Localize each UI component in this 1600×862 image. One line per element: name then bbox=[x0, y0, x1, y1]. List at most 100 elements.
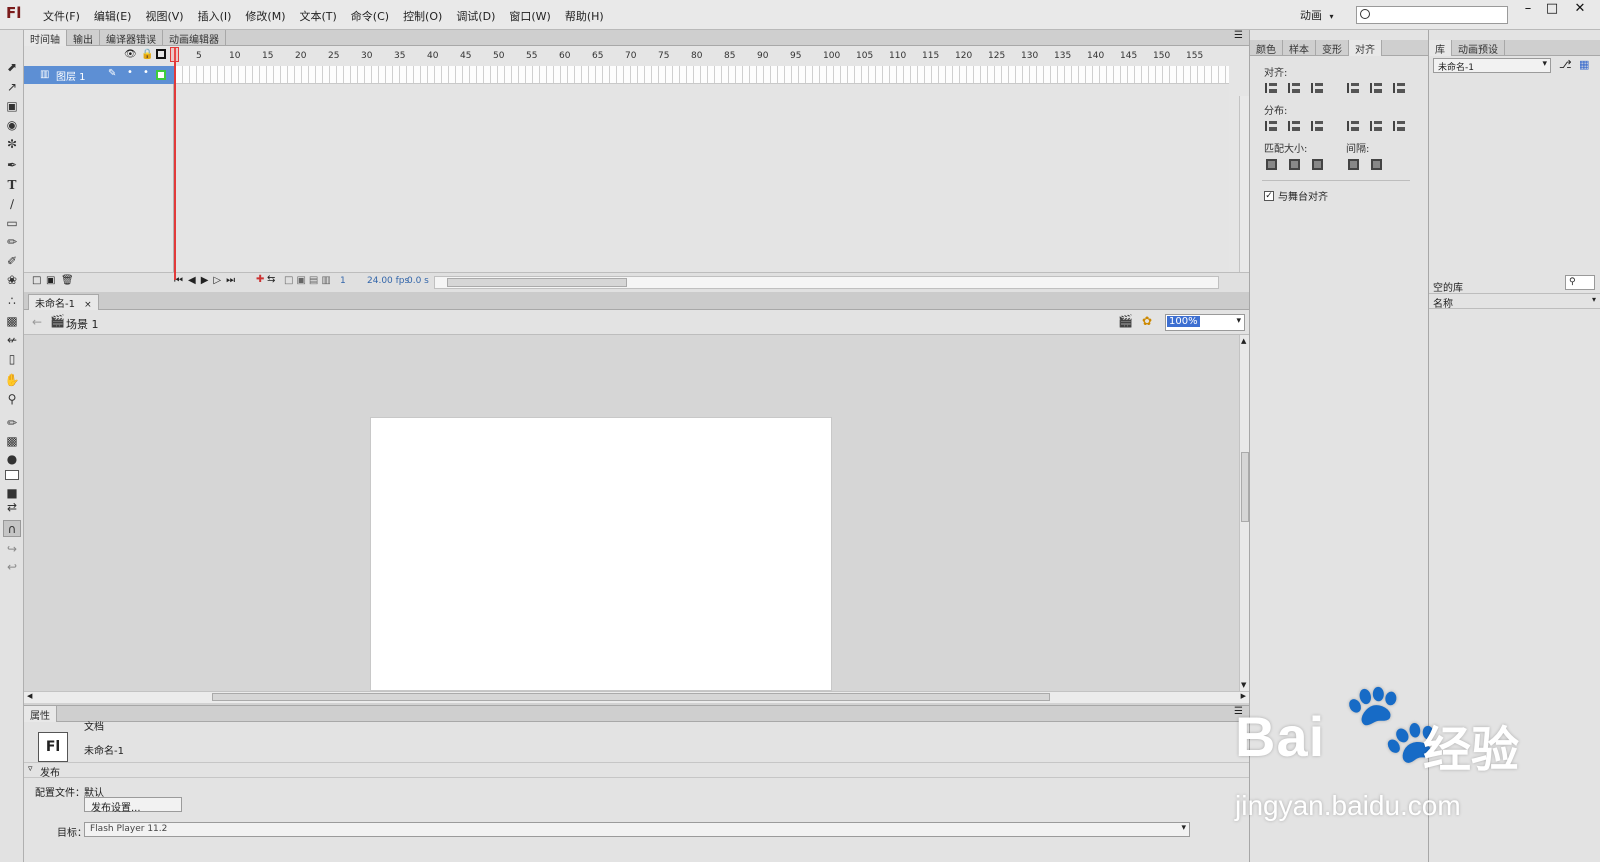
close-tab-icon[interactable]: × bbox=[84, 300, 92, 310]
fill-bucket-swatch-icon[interactable]: ● bbox=[3, 450, 21, 467]
align-bottom-icon[interactable] bbox=[1390, 80, 1408, 96]
menu-modify[interactable]: 修改(M) bbox=[238, 8, 292, 24]
align-right-icon[interactable] bbox=[1308, 80, 1326, 96]
checkbox-checked-icon[interactable]: ✓ bbox=[1264, 190, 1274, 201]
fill-swatch-icon[interactable] bbox=[3, 466, 21, 483]
playhead-handle[interactable] bbox=[170, 47, 179, 62]
menu-text[interactable]: 文本(T) bbox=[292, 8, 343, 24]
new-library-icon[interactable]: ▦ bbox=[1579, 58, 1589, 71]
publish-section-header[interactable]: ▿ 发布 bbox=[24, 762, 1249, 779]
maximize-button[interactable]: □ bbox=[1541, 1, 1563, 19]
align-to-stage-checkbox[interactable]: ✓ 与舞台对齐 bbox=[1264, 188, 1328, 203]
eyedropper-tool-icon[interactable]: ↚ bbox=[3, 331, 21, 348]
match-height-icon[interactable] bbox=[1285, 156, 1303, 172]
eraser-tool-icon[interactable]: ▯ bbox=[3, 350, 21, 367]
hand-tool-icon[interactable]: ✋ bbox=[3, 371, 21, 388]
swap-colors-icon[interactable]: ⇄ bbox=[3, 498, 21, 515]
workspace-switcher[interactable]: 动画 ▾ bbox=[1300, 7, 1334, 23]
scene-name[interactable]: 场景 1 bbox=[66, 316, 99, 332]
distribute-vcenter-icon[interactable] bbox=[1285, 118, 1303, 134]
menu-control[interactable]: 控制(O) bbox=[396, 8, 449, 24]
straighten-icon[interactable]: ↩ bbox=[3, 558, 21, 575]
stage-pasteboard[interactable] bbox=[24, 335, 1239, 691]
tab-motion-presets[interactable]: 动画预设 bbox=[1452, 40, 1505, 56]
tab-swatches[interactable]: 样本 bbox=[1283, 40, 1316, 56]
lasso-tool-icon[interactable]: ✼ bbox=[3, 135, 21, 152]
distribute-bottom-icon[interactable] bbox=[1308, 118, 1326, 134]
free-transform-icon[interactable]: ▣ bbox=[3, 97, 21, 114]
tab-motion-editor[interactable]: 动画编辑器 bbox=[163, 30, 226, 46]
target-select[interactable]: Flash Player 11.2 ▾ bbox=[84, 822, 1190, 837]
scroll-thumb[interactable] bbox=[1241, 452, 1249, 522]
back-arrow-icon[interactable]: ← bbox=[32, 315, 42, 329]
menu-view[interactable]: 视图(V) bbox=[138, 8, 190, 24]
snap-magnet-icon[interactable]: ∩ bbox=[3, 520, 21, 537]
delete-layer-icon[interactable]: 🗑 bbox=[61, 275, 74, 286]
minimize-button[interactable]: – bbox=[1517, 1, 1539, 19]
deco-tool-icon[interactable]: ❀ bbox=[3, 271, 21, 288]
frames-area[interactable] bbox=[174, 66, 1229, 274]
text-tool-icon[interactable]: T bbox=[3, 176, 21, 193]
stage-vertical-scrollbar[interactable]: ▲ ▼ bbox=[1239, 335, 1249, 691]
pencil-tool-icon[interactable]: ✏ bbox=[3, 233, 21, 250]
align-top-icon[interactable] bbox=[1344, 80, 1362, 96]
sort-icon[interactable]: ▾ bbox=[1592, 295, 1596, 304]
outline-icon[interactable] bbox=[156, 49, 166, 59]
stage-horizontal-scrollbar[interactable]: ◀ ▶ bbox=[24, 691, 1249, 703]
playback-controls[interactable]: ⏮◀▶▷⏭ bbox=[174, 275, 240, 286]
tab-properties[interactable]: 属性 bbox=[24, 706, 57, 722]
tab-output[interactable]: 输出 bbox=[67, 30, 100, 46]
frame-row[interactable] bbox=[176, 66, 1229, 84]
menu-help[interactable]: 帮助(H) bbox=[558, 8, 611, 24]
pen-tool-icon[interactable]: ✒ bbox=[3, 156, 21, 173]
document-tab[interactable]: 未命名-1 × bbox=[28, 294, 99, 310]
tab-align[interactable]: 对齐 bbox=[1349, 40, 1382, 56]
brush-tool-icon[interactable]: ✐ bbox=[3, 252, 21, 269]
new-layer-icon[interactable]: □ bbox=[32, 275, 41, 286]
smooth-icon[interactable]: ↪ bbox=[3, 540, 21, 557]
line-tool-icon[interactable]: ∕ bbox=[3, 195, 21, 212]
close-window-button[interactable]: ✕ bbox=[1569, 1, 1591, 19]
frame-ruler[interactable]: 5 10 15 20 25 30 35 40 45 50 55 60 65 70 75 80 85 90 95 100… bbox=[174, 46, 1229, 66]
scroll-down-icon[interactable]: ▼ bbox=[1241, 681, 1246, 689]
layer-outline-swatch[interactable] bbox=[156, 70, 166, 80]
tab-compiler-errors[interactable]: 编译器错误 bbox=[100, 30, 163, 46]
bone-tool-icon[interactable]: ∴ bbox=[3, 292, 21, 309]
onion-skin-icons[interactable]: □▣▤▥ bbox=[284, 275, 334, 286]
library-document-select[interactable]: 未命名-1 ▾ bbox=[1433, 58, 1551, 73]
new-folder-icon[interactable]: ▣ bbox=[46, 275, 55, 286]
loop-icon[interactable]: ✚ bbox=[256, 274, 264, 285]
distribute-right-icon[interactable] bbox=[1390, 118, 1408, 134]
publish-settings-button[interactable]: 发布设置... bbox=[84, 797, 182, 814]
panel-menu-icon[interactable]: ☰ bbox=[1228, 30, 1249, 45]
timeline-horizontal-scrollbar[interactable] bbox=[434, 276, 1219, 289]
stroke-color-icon[interactable]: ✏ bbox=[3, 414, 21, 431]
layer-lock-dot[interactable]: • bbox=[143, 67, 149, 78]
frame-rate[interactable]: 24.00 fps bbox=[367, 276, 409, 286]
layer-name[interactable]: 图层 1 bbox=[56, 68, 86, 83]
distribute-hcenter-icon[interactable] bbox=[1367, 118, 1385, 134]
pin-icon[interactable]: ⎇ bbox=[1559, 58, 1572, 71]
paint-bucket-icon[interactable]: ▩ bbox=[3, 312, 21, 329]
scroll-left-icon[interactable]: ◀ bbox=[27, 692, 32, 700]
menu-window[interactable]: 窗口(W) bbox=[502, 8, 557, 24]
playhead[interactable] bbox=[174, 47, 176, 280]
space-vertical-icon[interactable] bbox=[1344, 156, 1362, 172]
library-search-input[interactable]: ⚲ bbox=[1565, 275, 1595, 290]
menu-edit[interactable]: 编辑(E) bbox=[87, 8, 139, 24]
edit-symbols-icon[interactable]: ✿ bbox=[1142, 314, 1152, 328]
tab-color[interactable]: 颜色 bbox=[1250, 40, 1283, 56]
tab-transform[interactable]: 变形 bbox=[1316, 40, 1349, 56]
eye-icon[interactable]: 👁 bbox=[124, 49, 137, 60]
align-hcenter-icon[interactable] bbox=[1285, 80, 1303, 96]
menu-debug[interactable]: 调试(D) bbox=[449, 8, 502, 24]
zoom-tool-icon[interactable]: ⚲ bbox=[3, 390, 21, 407]
align-left-icon[interactable] bbox=[1262, 80, 1280, 96]
selection-tool-icon[interactable]: ⬈ bbox=[3, 58, 21, 75]
layer-visible-dot[interactable]: • bbox=[127, 67, 133, 78]
fill-color-icon[interactable]: ▩ bbox=[3, 432, 21, 449]
library-column-header[interactable]: 名称 ▾ bbox=[1429, 293, 1600, 310]
zoom-select[interactable]: 100% ▾ bbox=[1165, 314, 1245, 331]
distribute-left-icon[interactable] bbox=[1344, 118, 1362, 134]
match-width-icon[interactable] bbox=[1262, 156, 1280, 172]
